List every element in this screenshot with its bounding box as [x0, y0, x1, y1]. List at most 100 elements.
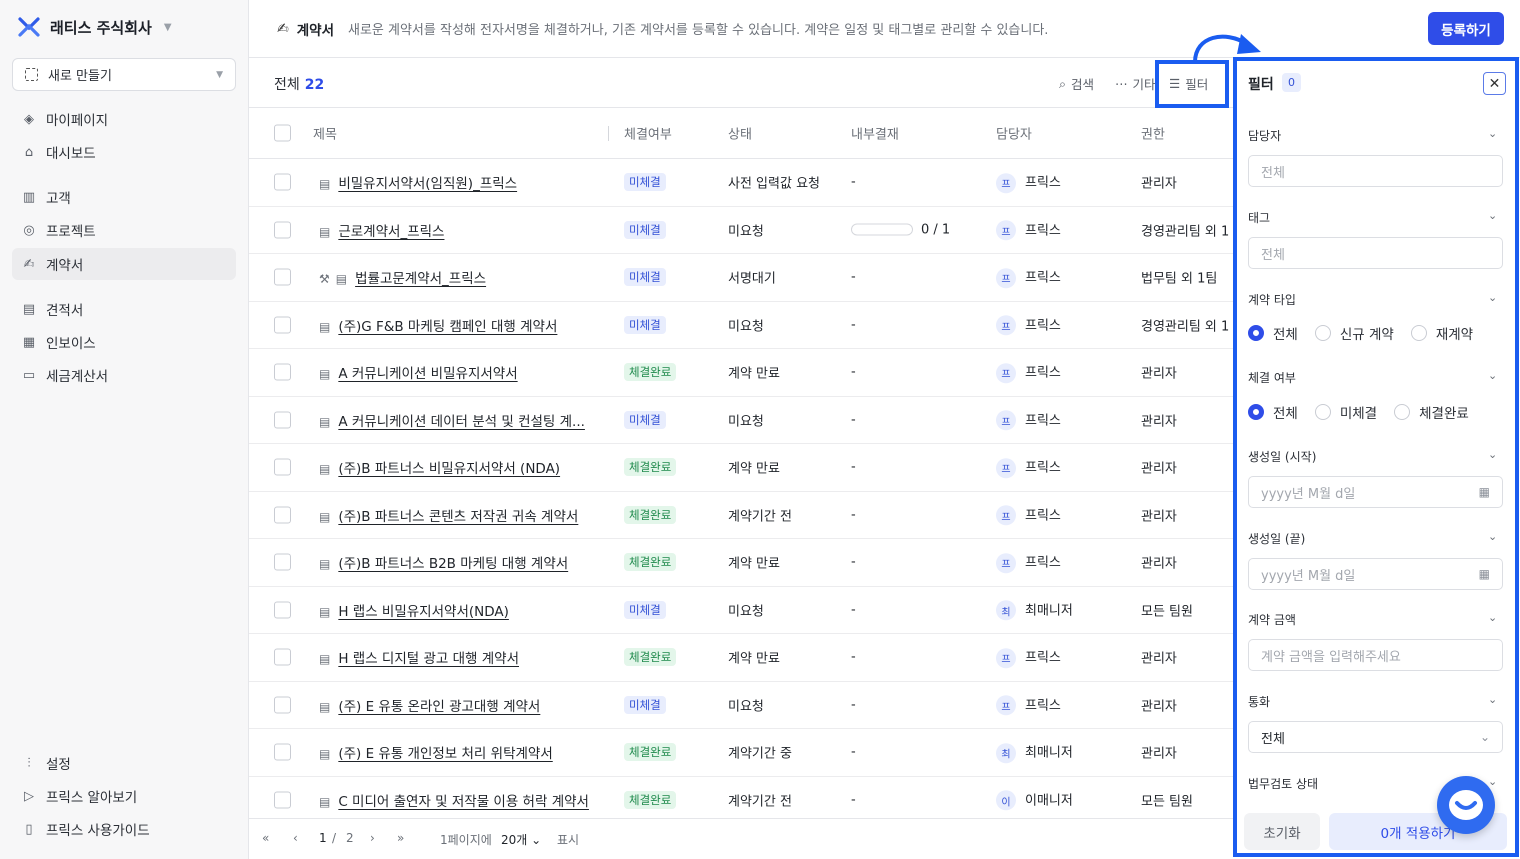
tag-filter-input[interactable]: 전체 [1248, 237, 1503, 269]
table-row[interactable]: ▤ A 커뮤니케이션 데이터 분석 및 컨설팅 계... 미체결 미요청 - 프 프릭스 관리… [249, 397, 1234, 444]
currency-select[interactable]: 전체 ⌄ [1248, 721, 1503, 753]
contract-title-link[interactable]: 근로계약서_프릭스 [338, 224, 444, 240]
contract-title-link[interactable]: A 커뮤니케이션 비밀유지서약서 [338, 366, 517, 382]
row-title-cell[interactable]: ▤ A 커뮤니케이션 비밀유지서약서 [319, 362, 518, 382]
contract-title-link[interactable]: 비밀유지서약서(임직원)_프릭스 [338, 176, 517, 192]
register-button[interactable]: 등록하기 [1428, 12, 1504, 45]
search-button[interactable]: ⌕ 검색 [1059, 74, 1094, 93]
row-checkbox[interactable] [274, 696, 291, 714]
calendar-icon[interactable]: ▦ [1479, 485, 1490, 499]
table-row[interactable]: ▤ 비밀유지서약서(임직원)_프릭스 미체결 사전 입력값 요청 - 프 프릭스 관리자 [249, 159, 1234, 207]
contract-title-link[interactable]: (주) E 유통 온라인 광고대행 계약서 [338, 699, 540, 715]
column-header-owner[interactable]: 담당자 [996, 124, 1032, 143]
row-checkbox[interactable] [274, 411, 291, 429]
sidebar-item-mypage[interactable]: ◈ 마이페이지 [12, 103, 236, 135]
row-title-cell[interactable]: ▤ H 랩스 비밀유지서약서(NDA) [319, 600, 509, 620]
chevron-down-icon[interactable]: ⌄ [1488, 209, 1497, 222]
row-checkbox[interactable] [274, 553, 291, 571]
row-checkbox[interactable] [274, 221, 291, 239]
table-row[interactable]: ▤ (주)B 파트너스 콘텐츠 저작권 귀속 계약서 체결완료 계약기간 전 - 프 프릭스… [249, 492, 1234, 539]
row-title-cell[interactable]: ▤ (주) E 유통 개인정보 처리 위탁계약서 [319, 742, 553, 762]
column-divider[interactable] [608, 126, 609, 141]
row-checkbox[interactable] [274, 458, 291, 476]
contract-title-link[interactable]: A 커뮤니케이션 데이터 분석 및 컨설팅 계... [338, 414, 585, 430]
sign-option-signed[interactable]: 체결완료 [1394, 402, 1469, 422]
chevron-down-icon[interactable]: ⌄ [1488, 693, 1497, 706]
table-row[interactable]: ▤ (주)B 파트너스 비밀유지서약서 (NDA) 체결완료 계약 만료 - 프 프릭스 관리… [249, 444, 1234, 492]
row-title-cell[interactable]: ▤ (주)B 파트너스 비밀유지서약서 (NDA) [319, 457, 560, 477]
row-checkbox[interactable] [274, 648, 291, 666]
row-title-cell[interactable]: ▤ H 랩스 디지털 광고 대행 계약서 [319, 647, 519, 667]
type-option-renewal[interactable]: 재계약 [1410, 323, 1473, 343]
sidebar-item-guide[interactable]: ▯ 프릭스 사용가이드 [12, 813, 236, 845]
column-header-status[interactable]: 상태 [728, 124, 752, 143]
row-checkbox[interactable] [274, 316, 291, 334]
first-page-icon[interactable]: « [262, 831, 269, 845]
row-checkbox[interactable] [274, 506, 291, 524]
table-row[interactable]: ▤ (주)G F&B 마케팅 캠페인 대행 계약서 미체결 미요청 - 프 프릭스 경영관리팀… [249, 302, 1234, 349]
row-title-cell[interactable]: ▤ (주) E 유통 온라인 광고대행 계약서 [319, 695, 540, 715]
current-page[interactable]: 1 [319, 831, 327, 845]
chevron-down-icon[interactable]: ⌄ [1488, 530, 1497, 543]
table-row[interactable]: ▤ H 랩스 비밀유지서약서(NDA) 미체결 미요청 - 최 최매니저 모든 팀원 [249, 587, 1234, 634]
contract-title-link[interactable]: H 랩스 비밀유지서약서(NDA) [338, 604, 509, 620]
chevron-down-icon[interactable]: ⌄ [1488, 127, 1497, 140]
company-switcher[interactable]: 래티스 주식회사 ▼ [18, 16, 172, 38]
contract-title-link[interactable]: (주)B 파트너스 B2B 마케팅 대행 계약서 [338, 556, 568, 572]
table-row[interactable]: ▤ 근로계약서_프릭스 미체결 미요청 0 / 1 프 프릭스 경영관리팀 외 1 [249, 207, 1234, 254]
owner-filter-input[interactable]: 전체 [1248, 155, 1503, 187]
sidebar-item-invoices[interactable]: ▦ 인보이스 [12, 326, 236, 358]
row-checkbox[interactable] [274, 791, 291, 809]
created-start-input[interactable]: yyyy년 M월 d일 ▦ [1248, 476, 1503, 508]
table-row[interactable]: ⚒ ▤ 법률고문계약서_프릭스 미체결 서명대기 - 프 프릭스 법무팀 외 1팀 [249, 254, 1234, 302]
row-checkbox[interactable] [274, 743, 291, 761]
contract-title-link[interactable]: (주)B 파트너스 비밀유지서약서 (NDA) [338, 461, 560, 477]
type-option-all[interactable]: 전체 [1248, 323, 1298, 343]
row-checkbox[interactable] [274, 601, 291, 619]
column-header-permission[interactable]: 권한 [1141, 124, 1165, 143]
row-checkbox[interactable] [274, 173, 291, 191]
row-title-cell[interactable]: ▤ C 미디어 출연자 및 저작물 이용 허락 계약서 [319, 790, 589, 810]
contract-title-link[interactable]: H 랩스 디지털 광고 대행 계약서 [338, 651, 519, 667]
table-row[interactable]: ▤ H 랩스 디지털 광고 대행 계약서 체결완료 계약 만료 - 프 프릭스 관리자 [249, 634, 1234, 682]
sidebar-item-contracts[interactable]: ✍ 계약서 [12, 248, 236, 280]
sign-option-all[interactable]: 전체 [1248, 402, 1298, 422]
sign-option-unsigned[interactable]: 미체결 [1314, 402, 1377, 422]
next-page-icon[interactable]: › [370, 831, 375, 845]
table-row[interactable]: ▤ (주) E 유통 온라인 광고대행 계약서 미체결 미요청 - 프 프릭스 관리자 [249, 682, 1234, 729]
chevron-down-icon[interactable]: ⌄ [1488, 611, 1497, 624]
table-row[interactable]: ▤ (주)B 파트너스 B2B 마케팅 대행 계약서 체결완료 계약 만료 - 프 프릭스 관… [249, 539, 1234, 587]
chevron-down-icon[interactable]: ⌄ [1488, 369, 1497, 382]
last-page-icon[interactable]: » [397, 831, 404, 845]
row-checkbox[interactable] [274, 363, 291, 381]
prev-page-icon[interactable]: ‹ [293, 831, 298, 845]
contract-title-link[interactable]: C 미디어 출연자 및 저작물 이용 허락 계약서 [338, 794, 589, 810]
created-end-input[interactable]: yyyy년 M월 d일 ▦ [1248, 558, 1503, 590]
column-header-title[interactable]: 제목 [313, 124, 337, 143]
sidebar-item-quotes[interactable]: ▤ 견적서 [12, 293, 236, 325]
row-title-cell[interactable]: ▤ A 커뮤니케이션 데이터 분석 및 컨설팅 계... [319, 410, 585, 430]
contract-title-link[interactable]: (주) E 유통 개인정보 처리 위탁계약서 [338, 746, 552, 762]
row-title-cell[interactable]: ▤ 근로계약서_프릭스 [319, 220, 444, 240]
row-title-cell[interactable]: ▤ (주)B 파트너스 콘텐츠 저작권 귀속 계약서 [319, 505, 578, 525]
sidebar-item-projects[interactable]: ◎ 프로젝트 [12, 214, 236, 246]
row-title-cell[interactable]: ▤ (주)G F&B 마케팅 캠페인 대행 계약서 [319, 315, 557, 335]
more-button[interactable]: ⋯ 기타 [1115, 74, 1156, 93]
chevron-down-icon[interactable]: ⌄ [1488, 291, 1497, 304]
contract-title-link[interactable]: 법률고문계약서_프릭스 [355, 271, 486, 287]
new-create-button[interactable]: 새로 만들기 ▼ [12, 58, 236, 91]
select-all-checkbox[interactable] [274, 124, 291, 142]
table-row[interactable]: ▤ C 미디어 출연자 및 저작물 이용 허락 계약서 체결완료 계약기간 전 - 이 이매… [249, 777, 1234, 819]
row-title-cell[interactable]: ▤ (주)B 파트너스 B2B 마케팅 대행 계약서 [319, 552, 568, 572]
row-checkbox[interactable] [274, 268, 291, 286]
chat-support-button[interactable] [1437, 776, 1495, 834]
column-header-sign[interactable]: 체결여부 [624, 124, 672, 143]
chevron-down-icon[interactable]: ⌄ [1488, 448, 1497, 461]
row-title-cell[interactable]: ▤ 비밀유지서약서(임직원)_프릭스 [319, 172, 517, 192]
table-row[interactable]: ▤ A 커뮤니케이션 비밀유지서약서 체결완료 계약 만료 - 프 프릭스 관리자 [249, 349, 1234, 397]
row-title-cell[interactable]: ⚒ ▤ 법률고문계약서_프릭스 [319, 267, 486, 287]
close-icon[interactable]: ✕ [1483, 72, 1506, 95]
reset-button[interactable]: 초기화 [1244, 813, 1320, 850]
sidebar-item-tax-invoices[interactable]: ▭ 세금계산서 [12, 359, 236, 391]
amount-filter-input[interactable]: 계약 금액을 입력해주세요 [1248, 639, 1503, 671]
